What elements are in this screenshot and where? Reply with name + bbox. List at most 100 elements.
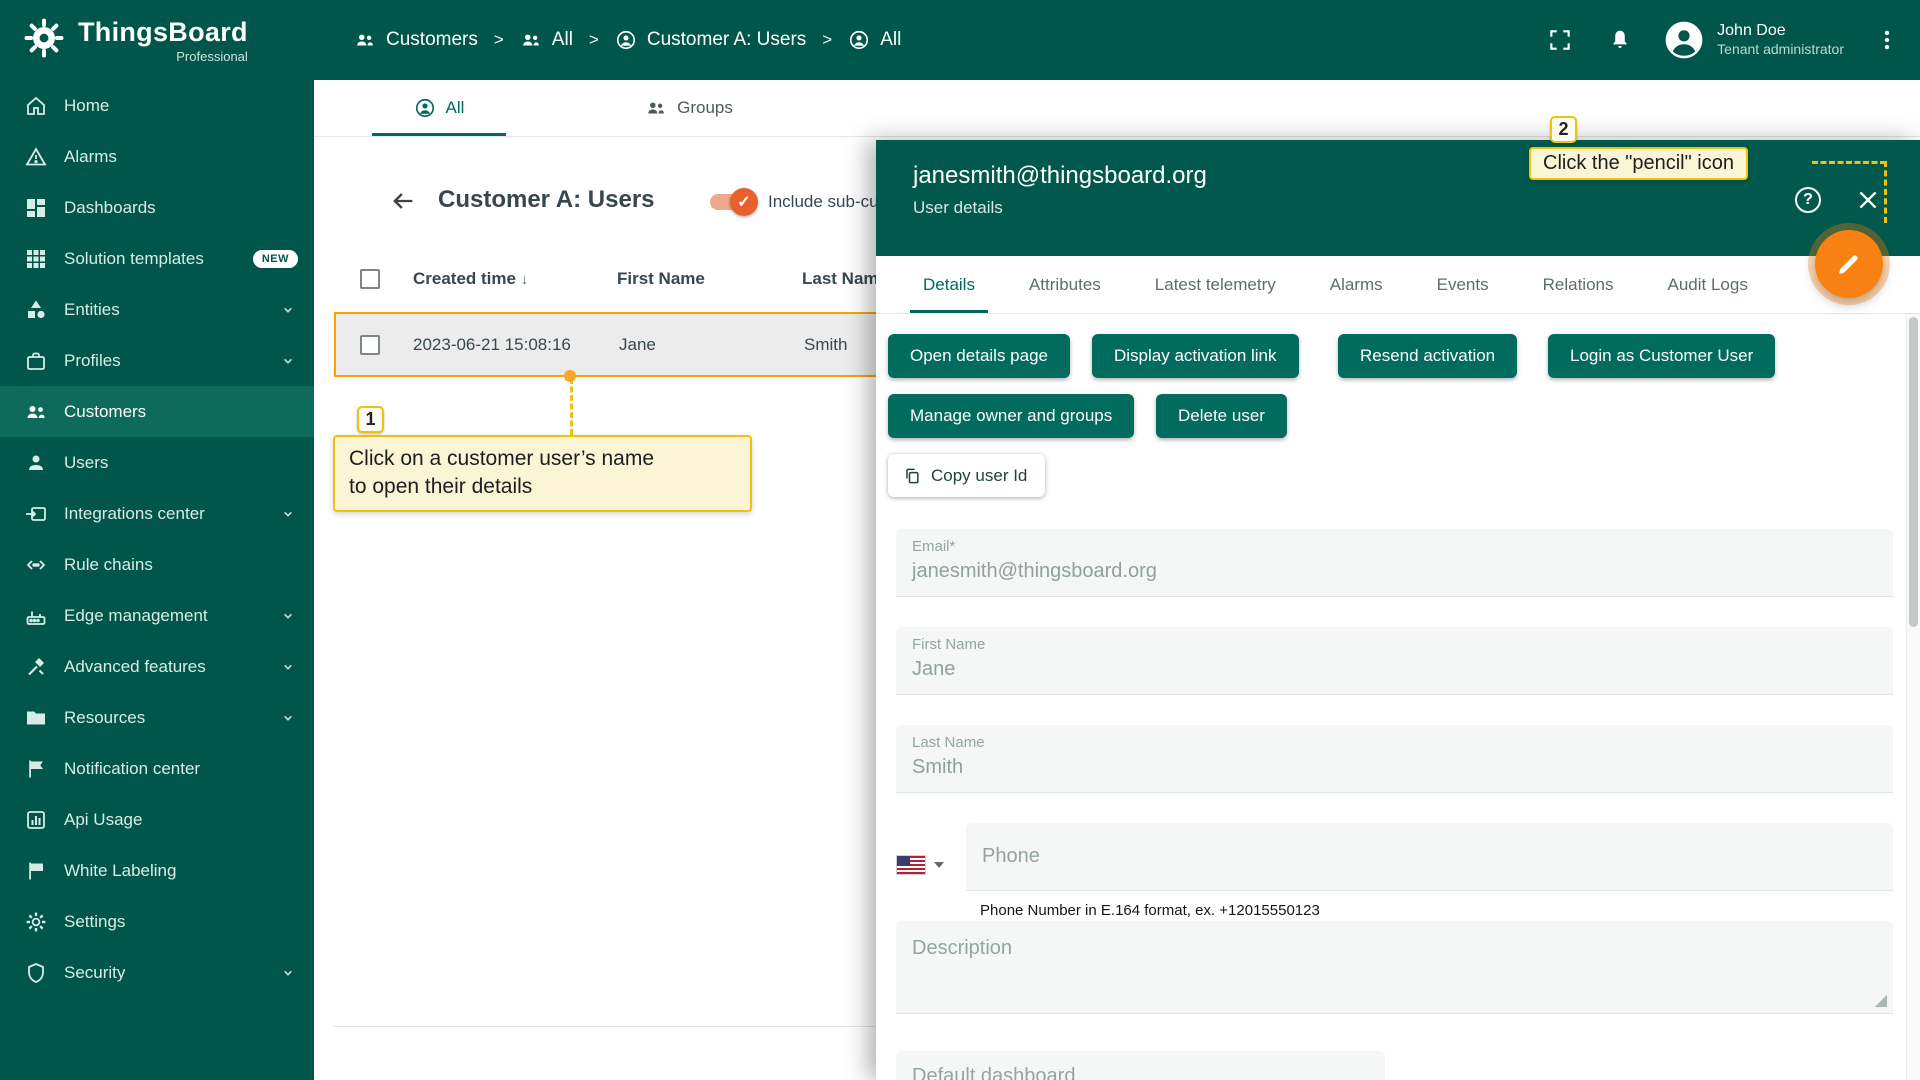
breadcrumb-separator: > (588, 30, 599, 49)
tab-relations[interactable]: Relations (1516, 256, 1641, 313)
sidebar-item-integrations-center[interactable]: Integrations center (0, 488, 314, 539)
gear-logo-icon (22, 16, 66, 65)
tab-events[interactable]: Events (1410, 256, 1516, 313)
user-icon (29, 455, 43, 470)
scrollbar-thumb[interactable] (1909, 317, 1918, 627)
cell-first-name: Jane (619, 334, 656, 354)
notifications-button[interactable] (1603, 23, 1637, 57)
sidebar-item-label: Edge management (64, 605, 208, 625)
sidebar-item-customers[interactable]: Customers (0, 386, 314, 437)
last-name-field[interactable]: Last Name Smith (896, 725, 1893, 793)
close-icon (1859, 191, 1877, 209)
delete-user-button[interactable]: Delete user (1156, 394, 1287, 438)
tab-attributes[interactable]: Attributes (1002, 256, 1128, 313)
include-sub-customers-toggle[interactable]: ✓ (710, 188, 758, 216)
sidebar-item-label: Users (64, 452, 109, 472)
user-circle-icon (616, 30, 635, 50)
phone-country-select[interactable] (896, 839, 958, 891)
sidebar-item-label: Settings (64, 911, 126, 931)
tab-audit-logs[interactable]: Audit Logs (1641, 256, 1775, 313)
login-as-customer-user-button[interactable]: Login as Customer User (1548, 334, 1776, 378)
sidebar-item-users[interactable]: Users (0, 437, 314, 488)
email-field[interactable]: Email* janesmith@thingsboard.org (896, 529, 1893, 597)
sidebar-item-settings[interactable]: Settings (0, 896, 314, 947)
kebab-menu-icon (1884, 30, 1890, 50)
chevron-down-icon (284, 613, 292, 619)
first-name-label: First Name (912, 636, 986, 653)
sidebar-menu: Home Alarms Dashboards Solution template… (0, 80, 314, 998)
phone-field[interactable]: Phone (966, 823, 1893, 891)
user-menu[interactable]: John Doe Tenant administrator (1663, 19, 1844, 61)
sidebar-item-advanced-features[interactable]: Advanced features (0, 641, 314, 692)
fullscreen-button[interactable] (1543, 23, 1577, 57)
display-activation-link-button[interactable]: Display activation link (1092, 334, 1299, 378)
back-button[interactable] (386, 184, 420, 218)
chevron-down-icon (284, 970, 292, 976)
first-name-value: Jane (912, 658, 956, 680)
brand-name: ThingsBoard (78, 16, 248, 47)
first-name-field[interactable]: First Name Jane (896, 627, 1893, 695)
manage-owner-and-groups-button[interactable]: Manage owner and groups (888, 394, 1135, 438)
cell-created-time: 2023-06-21 15:08:16 (413, 334, 571, 354)
breadcrumb-customer-a-users[interactable]: Customer A: Users (615, 29, 806, 51)
copy-user-id-button[interactable]: Copy user Id (888, 454, 1046, 497)
copy-button-label: Copy user Id (931, 465, 1028, 485)
breadcrumb-separator: > (822, 30, 833, 49)
default-dashboard-field[interactable]: Default dashboard (896, 1051, 1385, 1080)
resize-handle[interactable] (1875, 995, 1887, 1007)
description-field[interactable]: Description (896, 921, 1893, 1014)
sidebar-item-rule-chains[interactable]: Rule chains (0, 539, 314, 590)
sidebar-item-label: Rule chains (64, 554, 153, 574)
panel-body: Open details page Display activation lin… (876, 314, 1920, 1080)
breadcrumb-label: All (551, 29, 573, 50)
panel-scrollbar[interactable] (1906, 314, 1920, 1080)
tab-all[interactable]: All (354, 80, 524, 136)
sidebar-item-label: Api Usage (64, 809, 143, 829)
more-menu-button[interactable] (1870, 23, 1904, 57)
sidebar-item-dashboards[interactable]: Dashboards (0, 182, 314, 233)
close-button[interactable] (1852, 184, 1884, 216)
tab-latest-telemetry[interactable]: Latest telemetry (1128, 256, 1303, 313)
annotation-connector-dot (564, 370, 576, 382)
breadcrumb-all-groups[interactable]: All (520, 29, 573, 51)
annotation-connector-line (1884, 161, 1887, 223)
row-checkbox[interactable] (360, 334, 380, 355)
description-placeholder: Description (912, 937, 1013, 959)
user-circle-icon (415, 98, 434, 118)
tab-alarms[interactable]: Alarms (1303, 256, 1410, 313)
help-button[interactable]: ? (1792, 184, 1824, 216)
column-created-time[interactable]: Created time ↓ (413, 269, 528, 289)
tab-groups[interactable]: Groups (604, 80, 774, 136)
customers-icon (357, 34, 373, 46)
sidebar-item-entities[interactable]: Entities (0, 284, 314, 335)
sidebar-item-label: Dashboards (64, 197, 156, 217)
email-value: janesmith@thingsboard.org (912, 560, 1157, 582)
templates-grid-icon (27, 249, 45, 268)
sidebar-item-alarms[interactable]: Alarms (0, 131, 314, 182)
sort-desc-icon: ↓ (520, 271, 529, 288)
sidebar-item-label: Security (64, 962, 126, 982)
toggle-knob-check-icon: ✓ (730, 188, 758, 216)
open-details-page-button[interactable]: Open details page (888, 334, 1070, 378)
sidebar-item-white-labeling[interactable]: White Labeling (0, 845, 314, 896)
sidebar-item-edge-management[interactable]: Edge management (0, 590, 314, 641)
sidebar-item-notification-center[interactable]: Notification center (0, 743, 314, 794)
breadcrumb-customers[interactable]: Customers (354, 29, 478, 51)
edit-pencil-fab[interactable] (1815, 230, 1883, 298)
sidebar-item-label: Resources (64, 707, 146, 727)
brand-logo[interactable]: ThingsBoard Professional (0, 0, 314, 80)
sidebar-item-security[interactable]: Security (0, 947, 314, 998)
sidebar-item-solution-templates[interactable]: Solution templates NEW (0, 233, 314, 284)
tab-details[interactable]: Details (896, 256, 1002, 313)
column-first-name[interactable]: First Name (617, 269, 705, 289)
breadcrumb-all-users[interactable]: All (848, 29, 901, 51)
resend-activation-button[interactable]: Resend activation (1338, 334, 1518, 378)
bell-icon (1613, 30, 1628, 48)
sidebar-item-resources[interactable]: Resources (0, 692, 314, 743)
sidebar-item-api-usage[interactable]: Api Usage (0, 794, 314, 845)
panel-title: janesmith@thingsboard.org (913, 162, 1207, 189)
sidebar-item-home[interactable]: Home (0, 80, 314, 131)
sidebar-item-profiles[interactable]: Profiles (0, 335, 314, 386)
select-all-checkbox[interactable] (360, 269, 380, 289)
default-dashboard-label: Default dashboard (912, 1065, 1076, 1080)
